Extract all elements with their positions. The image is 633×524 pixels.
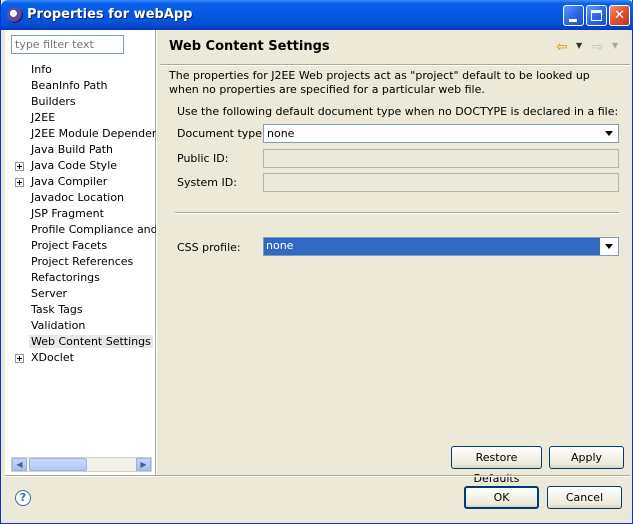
tree-item-label: Java Build Path <box>31 143 114 156</box>
tree-item[interactable]: Java Code Style <box>5 158 156 174</box>
maximize-icon <box>591 10 602 21</box>
chevron-down-icon[interactable] <box>601 238 618 255</box>
tree-item[interactable]: Builders <box>5 94 156 110</box>
tree-item-label: XDoclet <box>31 351 74 364</box>
tree-item-label: JSP Fragment <box>31 207 104 220</box>
eclipse-icon <box>7 7 23 23</box>
tree-item[interactable]: Java Compiler <box>5 174 156 190</box>
cancel-button[interactable]: Cancel <box>547 486 622 509</box>
tree-item-label: Server <box>31 287 68 300</box>
tree-item-label: Profile Compliance and Validation <box>31 223 156 236</box>
title-bar[interactable]: Properties for webApp ✕ <box>1 0 633 30</box>
tree-item-label: J2EE <box>31 111 56 124</box>
document-type-label: Document type: <box>177 127 266 140</box>
tree-item-label: BeanInfo Path <box>31 79 108 92</box>
scroll-right-icon[interactable]: ▶ <box>136 458 151 471</box>
window-title: Properties for webApp <box>27 7 193 22</box>
right-pane: Web Content Settings ⇦ ▼ ⇨ ▼ The propert… <box>160 30 630 485</box>
public-id-field <box>263 149 619 168</box>
minimize-icon <box>569 19 577 22</box>
tree-item-label: Javadoc Location <box>31 191 125 204</box>
tree-item-label: J2EE Module Dependencies <box>31 127 156 140</box>
apply-button[interactable]: Apply <box>549 446 624 469</box>
css-profile-label: CSS profile: <box>177 241 241 254</box>
doctype-intro: Use the following default document type … <box>177 105 619 118</box>
tree-item[interactable]: Project Facets <box>5 238 156 254</box>
back-arrow-icon[interactable]: ⇦ <box>556 39 568 55</box>
close-button[interactable]: ✕ <box>609 5 630 26</box>
document-type-value: none <box>267 127 295 140</box>
expand-plus-icon[interactable] <box>15 354 24 363</box>
tree-item[interactable]: XDoclet <box>5 350 156 366</box>
public-id-label: Public ID: <box>177 152 229 165</box>
tree-item-label: Refactorings <box>31 271 100 284</box>
tree-item-label: Java Compiler <box>31 175 108 188</box>
restore-defaults-button[interactable]: Restore Defaults <box>451 446 542 485</box>
tree-item[interactable]: BeanInfo Path <box>5 78 156 94</box>
page-description: The properties for J2EE Web projects act… <box>169 69 590 96</box>
help-icon[interactable]: ? <box>15 490 31 506</box>
tree-item-label: Java Code Style <box>31 159 118 172</box>
left-pane: Info BeanInfo Path Builders J2EE J2EE Module… <box>5 30 156 475</box>
tree-item[interactable]: Project References <box>5 254 156 270</box>
tree-item-label: Web Content Settings <box>29 335 153 348</box>
tree-item[interactable]: Refactorings <box>5 270 156 286</box>
close-icon: ✕ <box>614 8 625 23</box>
tree-item-label: Info <box>31 63 52 76</box>
tree-item[interactable]: J2EE Module Dependencies <box>5 126 156 142</box>
tree-item[interactable]: J2EE <box>5 110 156 126</box>
section-separator <box>175 212 619 214</box>
tree-item-label: Task Tags <box>31 303 83 316</box>
expand-plus-icon[interactable] <box>15 162 24 171</box>
chevron-down-icon[interactable] <box>601 125 618 142</box>
forward-dropdown-icon: ▼ <box>612 41 619 50</box>
tree-item[interactable]: Profile Compliance and Validation <box>5 222 156 238</box>
tree-item[interactable]: Web Content Settings <box>5 334 156 350</box>
tree-item[interactable]: Validation <box>5 318 156 334</box>
tree-item[interactable]: Info <box>5 62 156 78</box>
tree-item[interactable]: Task Tags <box>5 302 156 318</box>
footer-separator <box>5 475 630 477</box>
tree-item[interactable]: Javadoc Location <box>5 190 156 206</box>
maximize-button[interactable] <box>586 5 607 26</box>
scroll-thumb[interactable] <box>29 458 87 471</box>
tree-item-label: Validation <box>31 319 86 332</box>
page-title: Web Content Settings <box>169 39 330 54</box>
system-id-label: System ID: <box>177 176 237 189</box>
minimize-button[interactable] <box>563 5 584 26</box>
tree-item[interactable]: Server <box>5 286 156 302</box>
expand-plus-icon[interactable] <box>15 178 24 187</box>
filter-input[interactable] <box>11 35 124 54</box>
css-profile-value: none <box>264 238 600 255</box>
scroll-left-icon[interactable]: ◀ <box>12 458 27 471</box>
document-type-combo[interactable]: none <box>263 124 619 143</box>
tree-item[interactable]: JSP Fragment <box>5 206 156 222</box>
system-id-field <box>263 173 619 192</box>
forward-arrow-icon: ⇨ <box>592 39 604 55</box>
horizontal-scrollbar[interactable]: ◀ ▶ <box>11 457 152 472</box>
css-profile-combo[interactable]: none <box>263 237 619 256</box>
tree-item-label: Project References <box>31 255 134 268</box>
tree-item-label: Project Facets <box>31 239 108 252</box>
properties-dialog: Properties for webApp ✕ Info BeanInfo Pat… <box>0 0 633 524</box>
tree-item[interactable]: Java Build Path <box>5 142 156 158</box>
tree-item-label: Builders <box>31 95 76 108</box>
back-dropdown-icon[interactable]: ▼ <box>576 41 582 50</box>
title-separator <box>160 64 630 66</box>
ok-button[interactable]: OK <box>464 486 539 509</box>
